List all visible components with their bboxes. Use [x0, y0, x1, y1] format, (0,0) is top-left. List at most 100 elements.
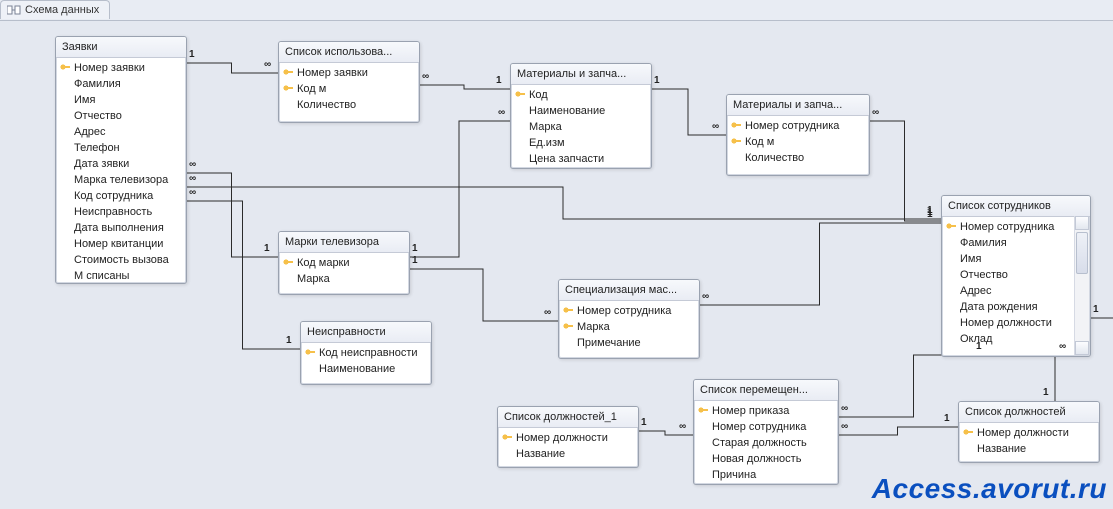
field[interactable]: Марка: [511, 119, 651, 135]
field[interactable]: Имя: [942, 251, 1090, 267]
field[interactable]: Отчество: [56, 108, 186, 124]
table-title: Неисправности: [301, 322, 431, 343]
field[interactable]: Цена запчасти: [511, 151, 651, 167]
table-materialy2[interactable]: Материалы и запча...Номер сотрудникаКод …: [726, 94, 870, 176]
field[interactable]: Стоимость вызова: [56, 252, 186, 268]
cardinality-label: 1: [944, 413, 950, 424]
primary-key-field[interactable]: Номер сотрудника: [942, 219, 1090, 235]
primary-key-field[interactable]: Номер сотрудника: [559, 303, 699, 319]
cardinality-label: ∞: [679, 421, 686, 432]
field[interactable]: Адрес: [942, 283, 1090, 299]
cardinality-label: 1: [264, 243, 270, 254]
primary-key-field[interactable]: Код: [511, 87, 651, 103]
table-spec_mas[interactable]: Специализация мас...Номер сотрудникаМарк…: [558, 279, 700, 359]
relationships-workspace: Схема данных ЗаявкиНомер заявкиФамилияИм…: [0, 0, 1113, 509]
field[interactable]: Номер квитанции: [56, 236, 186, 252]
primary-key-field[interactable]: Номер должности: [498, 430, 638, 446]
scrollbar-thumb[interactable]: [1076, 232, 1088, 274]
primary-key-field[interactable]: Код неисправности: [301, 345, 431, 361]
table-materialy1[interactable]: Материалы и запча...КодНаименованиеМарка…: [510, 63, 652, 169]
scrollbar[interactable]: [1074, 216, 1089, 355]
diagram-canvas[interactable]: ЗаявкиНомер заявкиФамилияИмяОтчествоАдре…: [0, 20, 1113, 509]
field[interactable]: Старая должность: [694, 435, 838, 451]
field[interactable]: Новая должность: [694, 451, 838, 467]
primary-key-field[interactable]: Код м: [279, 81, 419, 97]
cardinality-label: ∞: [841, 403, 848, 414]
field[interactable]: Номер сотрудника: [694, 419, 838, 435]
table-body: КодНаименованиеМаркаЕд.измЦена запчасти: [511, 85, 651, 168]
primary-key-field[interactable]: Номер заявки: [279, 65, 419, 81]
field[interactable]: Адрес: [56, 124, 186, 140]
field[interactable]: Количество: [279, 97, 419, 113]
table-marki_tv[interactable]: Марки телевизораКод маркиМарка: [278, 231, 410, 295]
field[interactable]: Номер должности: [942, 315, 1090, 331]
table-neispravnosti[interactable]: Неисправности Код неисправностиНаименован…: [300, 321, 432, 385]
primary-key-field[interactable]: Код м: [727, 134, 869, 150]
field[interactable]: Наименование: [511, 103, 651, 119]
table-dolzhnosti1[interactable]: Список должностей_1Номер должностиНазван…: [497, 406, 639, 468]
cardinality-label: 1: [1093, 304, 1099, 315]
cardinality-label: 1: [412, 243, 418, 254]
field[interactable]: Неисправность: [56, 204, 186, 220]
cardinality-label: ∞: [841, 421, 848, 432]
field[interactable]: Дата зявки: [56, 156, 186, 172]
cardinality-label: 1: [976, 341, 982, 352]
cardinality-label: ∞: [189, 159, 196, 170]
table-body: Номер сотрудникаФамилияИмяОтчествоАдресД…: [942, 217, 1090, 351]
cardinality-label: ∞: [872, 107, 879, 118]
field[interactable]: Код сотрудника: [56, 188, 186, 204]
field[interactable]: Имя: [56, 92, 186, 108]
table-dolzhnosti[interactable]: Список должностейНомер должностиНазвание: [958, 401, 1100, 463]
primary-key-field[interactable]: Номер сотрудника: [727, 118, 869, 134]
tab-schema[interactable]: Схема данных: [0, 0, 110, 19]
cardinality-label: ∞: [189, 187, 196, 198]
field[interactable]: Причина: [694, 467, 838, 483]
cardinality-label: 1: [286, 335, 292, 346]
field[interactable]: Количество: [727, 150, 869, 166]
table-title: Список должностей_1: [498, 407, 638, 428]
table-title: Материалы и запча...: [511, 64, 651, 85]
cardinality-label: 1: [412, 255, 418, 266]
cardinality-label: 1: [654, 75, 660, 86]
primary-key-field[interactable]: Марка: [559, 319, 699, 335]
field[interactable]: Наименование: [301, 361, 431, 377]
table-spisok_ispolz[interactable]: Список использова...Номер заявкиКод мКол…: [278, 41, 420, 123]
cardinality-label: 1: [927, 209, 933, 220]
table-title: Материалы и запча...: [727, 95, 869, 116]
table-title: Заявки: [56, 37, 186, 58]
cardinality-label: 1: [1043, 387, 1049, 398]
primary-key-field[interactable]: Номер заявки: [56, 60, 186, 76]
field[interactable]: Название: [959, 441, 1099, 457]
table-body: Номер сотрудникаКод мКоличество: [727, 116, 869, 170]
primary-key-field[interactable]: Номер должности: [959, 425, 1099, 441]
table-title: Список сотрудников: [942, 196, 1090, 217]
primary-key-field[interactable]: Код марки: [279, 255, 409, 271]
field[interactable]: Ед.изм: [511, 135, 651, 151]
field[interactable]: Марка телевизора: [56, 172, 186, 188]
field[interactable]: Фамилия: [56, 76, 186, 92]
cardinality-label: ∞: [544, 307, 551, 318]
table-body: Номер должностиНазвание: [959, 423, 1099, 461]
cardinality-label: ∞: [189, 173, 196, 184]
table-body: Номер заявкиКод мКоличество: [279, 63, 419, 117]
cardinality-label: 1: [641, 417, 647, 428]
field[interactable]: Дата рождения: [942, 299, 1090, 315]
table-body: Номер сотрудникаМаркаПримечание: [559, 301, 699, 355]
field[interactable]: Отчество: [942, 267, 1090, 283]
cardinality-label: ∞: [712, 121, 719, 132]
table-sotrudniki[interactable]: Список сотрудниковНомер сотрудникаФамили…: [941, 195, 1091, 357]
cardinality-label: ∞: [498, 107, 505, 118]
field[interactable]: М списаны: [56, 268, 186, 283]
field[interactable]: Дата выполнения: [56, 220, 186, 236]
field[interactable]: Оклад: [942, 331, 1090, 347]
cardinality-label: 1: [189, 49, 195, 60]
field[interactable]: Телефон: [56, 140, 186, 156]
field[interactable]: Примечание: [559, 335, 699, 351]
table-zayavki[interactable]: Заявки Номер заявкиФамилияИмяОтчествоАдре…: [55, 36, 187, 284]
table-spisok_peremesh[interactable]: Список перемещен...Номер приказаНомер со…: [693, 379, 839, 485]
primary-key-field[interactable]: Номер приказа: [694, 403, 838, 419]
table-body: Номер должностиНазвание: [498, 428, 638, 466]
field[interactable]: Марка: [279, 271, 409, 287]
field[interactable]: Название: [498, 446, 638, 462]
field[interactable]: Фамилия: [942, 235, 1090, 251]
